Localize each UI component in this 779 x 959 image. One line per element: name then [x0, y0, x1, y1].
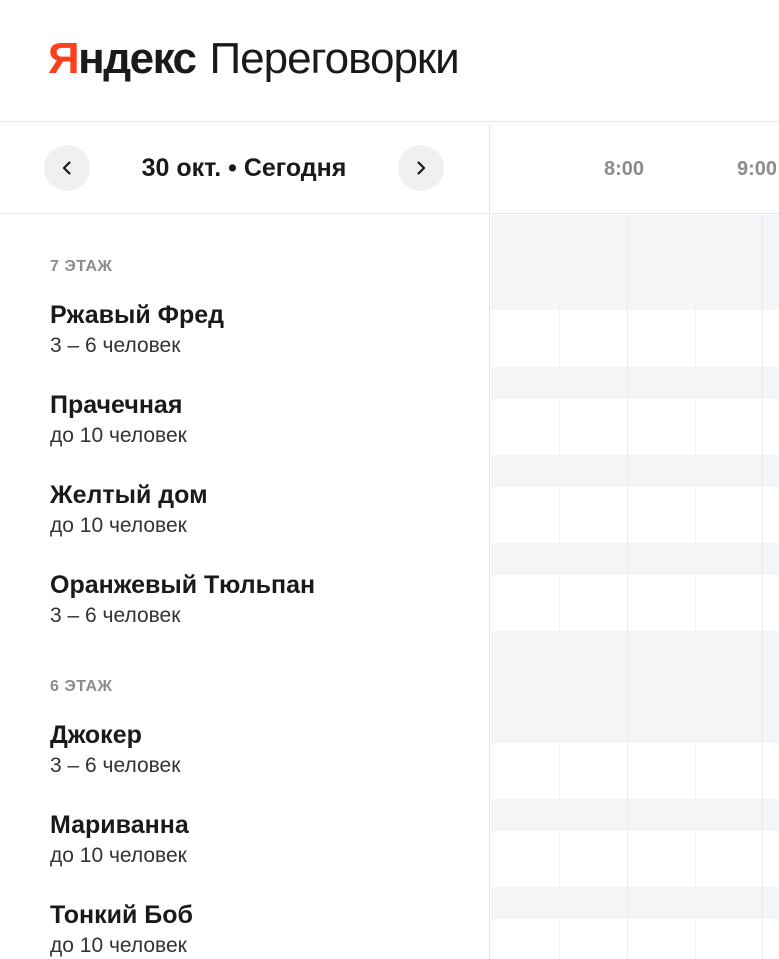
room-capacity: 3 – 6 человек	[50, 604, 181, 627]
timeline-hours-header: 8:00 9:00	[491, 123, 779, 214]
app-header: Яндекс Переговорки	[0, 0, 779, 122]
floor-label: 6 ЭТАЖ	[50, 678, 113, 695]
room-item[interactable]: Прачечная до 10 человек	[50, 390, 489, 450]
chevron-right-icon	[417, 161, 426, 175]
next-day-button[interactable]	[398, 145, 444, 191]
rooms-panel: 30 окт. • Сегодня 7 ЭТАЖ Ржавый Фред 3 –…	[0, 123, 490, 959]
room-item[interactable]: Ржавый Фред 3 – 6 человек	[50, 300, 489, 360]
row-band	[491, 887, 779, 919]
grid-line	[559, 215, 560, 959]
date-navigation: 30 окт. • Сегодня	[0, 123, 489, 214]
prev-day-button[interactable]	[44, 145, 90, 191]
room-capacity: до 10 человек	[50, 514, 187, 537]
logo-brand-first-letter: Я	[48, 33, 80, 83]
row-band	[491, 367, 779, 399]
hour-label: 8:00	[604, 158, 645, 180]
grid-line	[762, 215, 763, 959]
room-item[interactable]: Тонкий Боб до 10 человек	[50, 900, 489, 959]
room-capacity: до 10 человек	[50, 844, 187, 867]
room-name: Ржавый Фред	[50, 301, 225, 329]
room-name: Тонкий Боб	[50, 901, 193, 929]
room-item[interactable]: Желтый дом до 10 человек	[50, 480, 489, 540]
yandex-logo[interactable]: Яндекс Переговорки	[48, 33, 460, 84]
floor-label: 7 ЭТАЖ	[50, 258, 113, 275]
room-capacity: 3 – 6 человек	[50, 754, 181, 777]
current-date-label: 30 окт. • Сегодня	[141, 153, 347, 182]
schedule-timeline: 8:00 9:00	[491, 123, 779, 959]
row-band	[491, 543, 779, 575]
room-capacity: до 10 человек	[50, 934, 187, 957]
room-item[interactable]: Мариванна до 10 человек	[50, 810, 489, 870]
room-capacity: 3 – 6 человек	[50, 334, 181, 357]
floor-header-band	[491, 631, 779, 743]
room-name: Желтый дом	[50, 481, 208, 509]
row-band	[491, 799, 779, 831]
logo-brand: ндекс	[78, 33, 197, 83]
row-band	[491, 455, 779, 487]
schedule-grid[interactable]	[491, 215, 779, 959]
room-item[interactable]: Оранжевый Тюльпан 3 – 6 человек	[50, 570, 489, 630]
floor-header-band	[491, 215, 779, 310]
room-list: 7 ЭТАЖ Ржавый Фред 3 – 6 человек Прачечн…	[0, 258, 489, 959]
room-name: Джокер	[50, 721, 142, 749]
room-name: Мариванна	[50, 811, 189, 839]
app-window: Яндекс Переговорки 30 окт. • Сегодня 7 Э…	[0, 0, 779, 959]
logo-product-name: Переговорки	[209, 33, 460, 83]
room-name: Прачечная	[50, 391, 183, 419]
chevron-left-icon	[62, 161, 71, 175]
hour-label: 9:00	[737, 158, 778, 180]
room-capacity: до 10 человек	[50, 424, 187, 447]
room-item[interactable]: Джокер 3 – 6 человек	[50, 720, 489, 780]
room-name: Оранжевый Тюльпан	[50, 571, 316, 599]
grid-line	[627, 215, 628, 959]
grid-line	[695, 215, 696, 959]
